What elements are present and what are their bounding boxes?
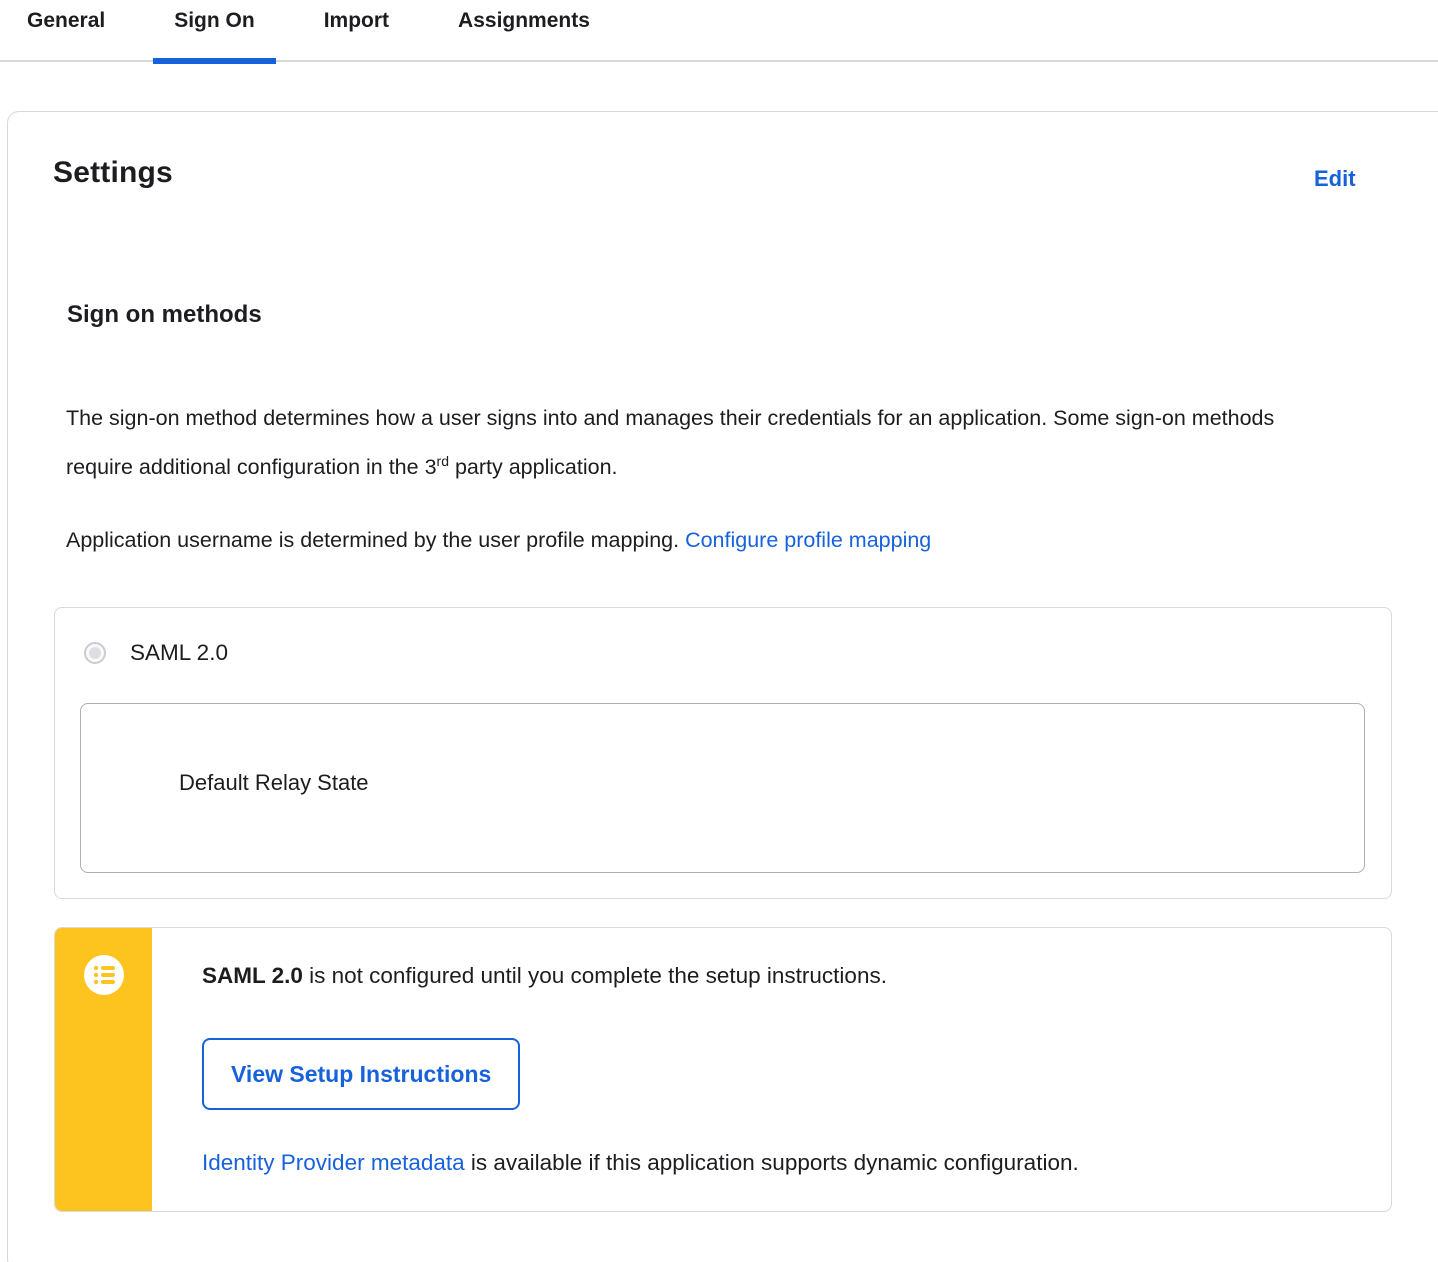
saml-method-box: SAML 2.0 Default Relay State: [54, 607, 1392, 899]
edit-link[interactable]: Edit: [1314, 166, 1356, 192]
description-text: The sign-on method determines how a user…: [66, 406, 1275, 479]
saml-radio-label: SAML 2.0: [130, 640, 228, 665]
relay-state-panel: Default Relay State: [80, 703, 1365, 873]
ordinal-superscript: rd: [436, 452, 449, 469]
setup-callout: SAML 2.0 is not configured until you com…: [54, 927, 1392, 1212]
setup-instructions-list-icon: [84, 955, 124, 995]
callout-message-rest: is not configured until you complete the…: [302, 963, 887, 988]
metadata-rest: is available if this application support…: [464, 1150, 1079, 1175]
callout-warning-stripe: [55, 928, 152, 1211]
identity-provider-metadata-link[interactable]: Identity Provider metadata: [202, 1150, 465, 1175]
metadata-line: Identity Provider metadata is available …: [202, 1150, 1079, 1176]
default-relay-state-label: Default Relay State: [179, 770, 369, 795]
view-setup-instructions-button[interactable]: View Setup Instructions: [202, 1038, 521, 1110]
app-tabs: General Sign On Import Assignments: [0, 0, 1438, 64]
description-text-end: party application.: [448, 455, 618, 479]
callout-message-bold: SAML 2.0: [202, 963, 303, 988]
tab-assignments[interactable]: Assignments: [458, 0, 590, 62]
callout-message: SAML 2.0 is not configured until you com…: [202, 963, 887, 989]
tab-import[interactable]: Import: [324, 0, 389, 62]
username-mapping-static: Application username is determined by th…: [66, 528, 686, 552]
page-title: Settings: [53, 156, 173, 189]
settings-card: Settings Edit Sign on methods The sign-o…: [7, 111, 1438, 1262]
sign-on-methods-heading: Sign on methods: [67, 301, 262, 328]
sign-on-methods-description: The sign-on method determines how a user…: [66, 394, 1346, 492]
saml-radio-button[interactable]: [84, 642, 106, 664]
tab-sign-on[interactable]: Sign On: [153, 0, 276, 64]
username-mapping-text: Application username is determined by th…: [66, 516, 1366, 565]
configure-profile-mapping-link[interactable]: Configure profile mapping: [685, 528, 931, 552]
tab-general[interactable]: General: [27, 0, 105, 62]
